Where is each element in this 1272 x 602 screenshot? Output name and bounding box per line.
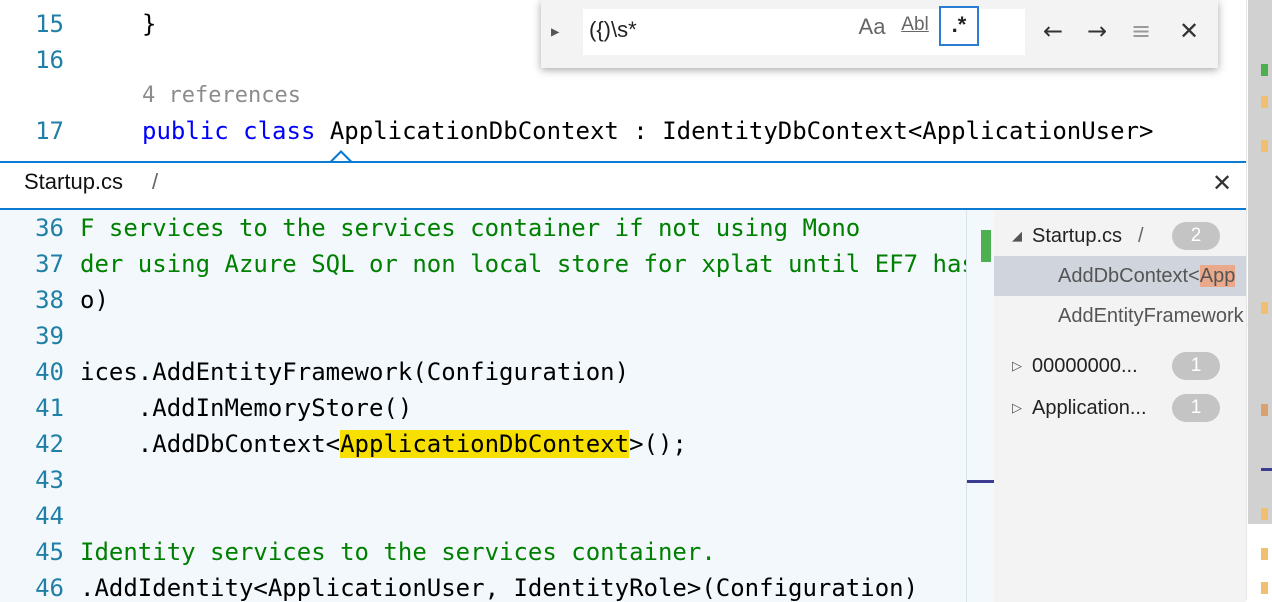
tree-group-startup[interactable]: ◢ Startup.cs / 2 [994, 216, 1246, 256]
arrow-right-icon[interactable]: → [1079, 16, 1115, 46]
code-line[interactable]: } [142, 6, 156, 42]
find-marker [1261, 508, 1268, 520]
regex-toggle[interactable]: .* [939, 6, 979, 46]
line-number: 45 [35, 538, 64, 566]
line-number: 40 [35, 358, 64, 386]
line-number: 39 [35, 322, 64, 350]
line-number: 46 [35, 574, 64, 602]
tree-group-label: 00000000... [1032, 355, 1138, 377]
whole-word-label: Abl [901, 14, 929, 35]
match-case-toggle[interactable]: Aa [855, 14, 889, 42]
peek-file-name[interactable]: Startup.cs [24, 169, 123, 195]
line-number: 41 [35, 394, 64, 422]
expanded-icon: ◢ [1012, 228, 1022, 243]
toggle-replace-icon[interactable]: ▶ [551, 24, 569, 44]
peek-view: Startup.cs / ✕ 36 F services to the serv… [0, 161, 1246, 602]
references-tree: ◢ Startup.cs / 2 AddDbContext<App AddEnt… [994, 210, 1246, 602]
reference-match: App [1199, 265, 1236, 287]
peek-file-path: / [152, 169, 159, 194]
code-line[interactable]: public class ApplicationDbContext : Iden… [142, 113, 1153, 149]
line-number: 36 [35, 214, 64, 242]
comment-line[interactable]: Identity services to the services contai… [80, 534, 716, 570]
close-icon[interactable]: ✕ [1212, 169, 1232, 197]
count-badge: 1 [1172, 394, 1220, 422]
find-marker [1261, 96, 1268, 108]
class-declaration: ApplicationDbContext : IdentityDbContext… [329, 117, 1154, 145]
code-line[interactable]: .AddIdentity<ApplicationUser, IdentityRo… [80, 570, 918, 602]
find-marker [1261, 302, 1268, 314]
change-marker [1261, 64, 1268, 76]
match-highlight: ApplicationDbContext [340, 430, 630, 458]
tree-group-000[interactable]: ▷ 00000000... 1 [994, 346, 1246, 386]
count-badge: 1 [1172, 352, 1220, 380]
change-marker [981, 230, 991, 262]
tree-group-path: / [1138, 225, 1144, 247]
code-line[interactable]: .AddInMemoryStore() [80, 390, 413, 426]
comment-line[interactable]: der using Azure SQL or non local store f… [80, 246, 966, 282]
cursor-marker [967, 480, 995, 483]
overview-ruler[interactable] [1246, 0, 1272, 600]
comment-line[interactable]: F services to the services container if … [80, 210, 860, 246]
keyword: class [243, 117, 316, 145]
reference-label: AddEntityFramework [1058, 305, 1244, 327]
line-number: 38 [35, 286, 64, 314]
code-fragment: .AddDbContext< [80, 430, 341, 458]
reference-prefix: AddDbContext< [1058, 265, 1200, 287]
reference-label: AddDbContext<App [1058, 256, 1236, 296]
keyword: public [142, 117, 229, 145]
arrow-left-icon[interactable]: ← [1035, 16, 1071, 46]
collapsed-icon: ▷ [1012, 358, 1022, 373]
peek-editor[interactable]: 36 F services to the services container … [0, 210, 966, 602]
tree-group-label: Application... [1032, 397, 1147, 419]
find-marker [1261, 140, 1268, 152]
line-number: 44 [35, 502, 64, 530]
peek-minimap[interactable] [966, 210, 995, 602]
find-input[interactable] [589, 17, 889, 43]
whole-word-toggle[interactable]: Abl [897, 14, 933, 42]
code-line-match[interactable]: .AddDbContext<ApplicationDbContext>(); [80, 426, 687, 462]
cursor-marker [1261, 468, 1272, 471]
line-number: 42 [35, 430, 64, 458]
find-marker [1261, 582, 1268, 594]
find-marker [1261, 548, 1268, 560]
collapsed-icon: ▷ [1012, 400, 1022, 415]
scrollbar-thumb[interactable] [1248, 0, 1272, 524]
tree-item-reference[interactable]: AddDbContext<App [994, 256, 1246, 296]
tree-group-label: Startup.cs [1032, 225, 1123, 247]
line-number: 37 [35, 250, 64, 278]
find-widget: ▶ Aa Abl .* ← → ≡ ✕ [541, 0, 1218, 68]
codelens-references[interactable]: 4 references [142, 78, 301, 114]
line-number: 17 [35, 117, 64, 145]
line-number: 15 [35, 10, 64, 38]
count-badge: 2 [1172, 222, 1220, 250]
code-line[interactable]: ices.AddEntityFramework(Configuration) [80, 354, 629, 390]
line-number: 16 [35, 46, 64, 74]
code-fragment: >(); [629, 430, 687, 458]
line-number: 43 [35, 466, 64, 494]
tree-item-reference[interactable]: AddEntityFramework [994, 296, 1246, 336]
code-line[interactable]: o) [80, 282, 109, 318]
find-marker [1261, 404, 1268, 416]
close-icon[interactable]: ✕ [1171, 16, 1207, 46]
find-in-selection-icon[interactable]: ≡ [1123, 16, 1159, 46]
peek-header: Startup.cs / ✕ [0, 163, 1246, 210]
editor-main[interactable]: 15 } 16 4 references 17 public class App… [0, 0, 1246, 162]
tree-group-application[interactable]: ▷ Application... 1 [994, 388, 1246, 428]
